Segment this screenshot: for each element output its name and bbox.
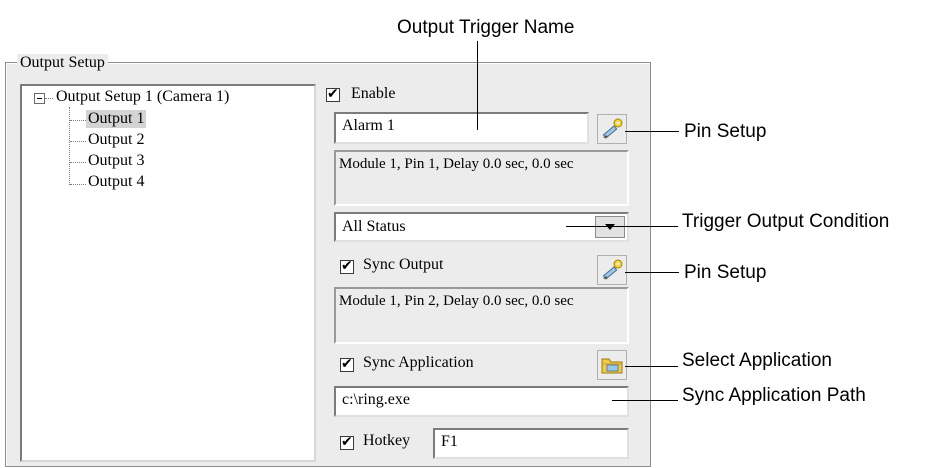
triangle-down-icon (605, 224, 615, 230)
callout-pin-setup-2: Pin Setup (684, 262, 767, 283)
dropdown-button[interactable] (595, 216, 625, 238)
tree-item-output-2[interactable]: Output 2 (88, 131, 144, 149)
output-trigger-name-input[interactable]: Alarm 1 (334, 112, 589, 144)
tree-item-output-4[interactable]: Output 4 (88, 173, 144, 191)
tree-line (69, 107, 70, 185)
enable-label: Enable (351, 85, 396, 102)
sync-application-checkbox[interactable] (340, 356, 354, 372)
pencil-wrench-icon (602, 118, 623, 139)
tree-line (70, 162, 86, 163)
callout-line (566, 226, 678, 227)
sync-output-checkbox[interactable] (340, 258, 354, 274)
tree-item-output-1[interactable]: Output 1 (86, 110, 147, 128)
folder-icon (601, 358, 623, 374)
sync-output-label: Sync Output (363, 256, 444, 273)
callout-line (625, 272, 679, 273)
callout-select-application: Select Application (682, 350, 832, 371)
callout-pin-setup-1: Pin Setup (684, 121, 767, 142)
hotkey-input[interactable]: F1 (433, 428, 629, 459)
callout-trigger-output-condition: Trigger Output Condition (682, 211, 890, 232)
pin-info-2: Module 1, Pin 2, Delay 0.0 sec, 0.0 sec (334, 287, 629, 344)
enable-checkbox[interactable] (326, 86, 340, 102)
pin-setup-button-1[interactable] (597, 114, 627, 144)
hotkey-label: Hotkey (363, 432, 411, 449)
tree-root[interactable]: Output Setup 1 (Camera 1) (56, 88, 229, 106)
pin-setup-button-2[interactable] (597, 255, 627, 285)
callout-line (612, 400, 678, 401)
trigger-output-condition-select[interactable]: All Status (334, 212, 629, 242)
tree-line (70, 141, 86, 142)
hotkey-checkbox[interactable] (340, 434, 354, 450)
select-application-button[interactable] (597, 350, 627, 380)
group-title: Output Setup (17, 54, 108, 72)
tree-line (45, 98, 53, 99)
sync-application-label: Sync Application (363, 354, 474, 371)
output-tree[interactable]: Output Setup 1 (Camera 1) Output 1 Outpu… (20, 84, 316, 462)
callout-sync-application-path: Sync Application Path (682, 385, 866, 406)
callout-line (625, 366, 678, 367)
sync-application-path-input[interactable]: c:\ring.exe (334, 386, 629, 417)
callout-line (477, 41, 478, 130)
collapse-icon[interactable] (34, 93, 45, 104)
callout-line (625, 131, 679, 132)
tree-line (70, 184, 86, 185)
callout-output-trigger-name: Output Trigger Name (397, 17, 575, 38)
tree-line (70, 120, 86, 121)
condition-value: All Status (342, 218, 406, 235)
pin-info-1: Module 1, Pin 1, Delay 0.0 sec, 0.0 sec (334, 150, 629, 206)
pencil-wrench-icon (602, 259, 623, 280)
tree-item-output-3[interactable]: Output 3 (88, 152, 144, 170)
